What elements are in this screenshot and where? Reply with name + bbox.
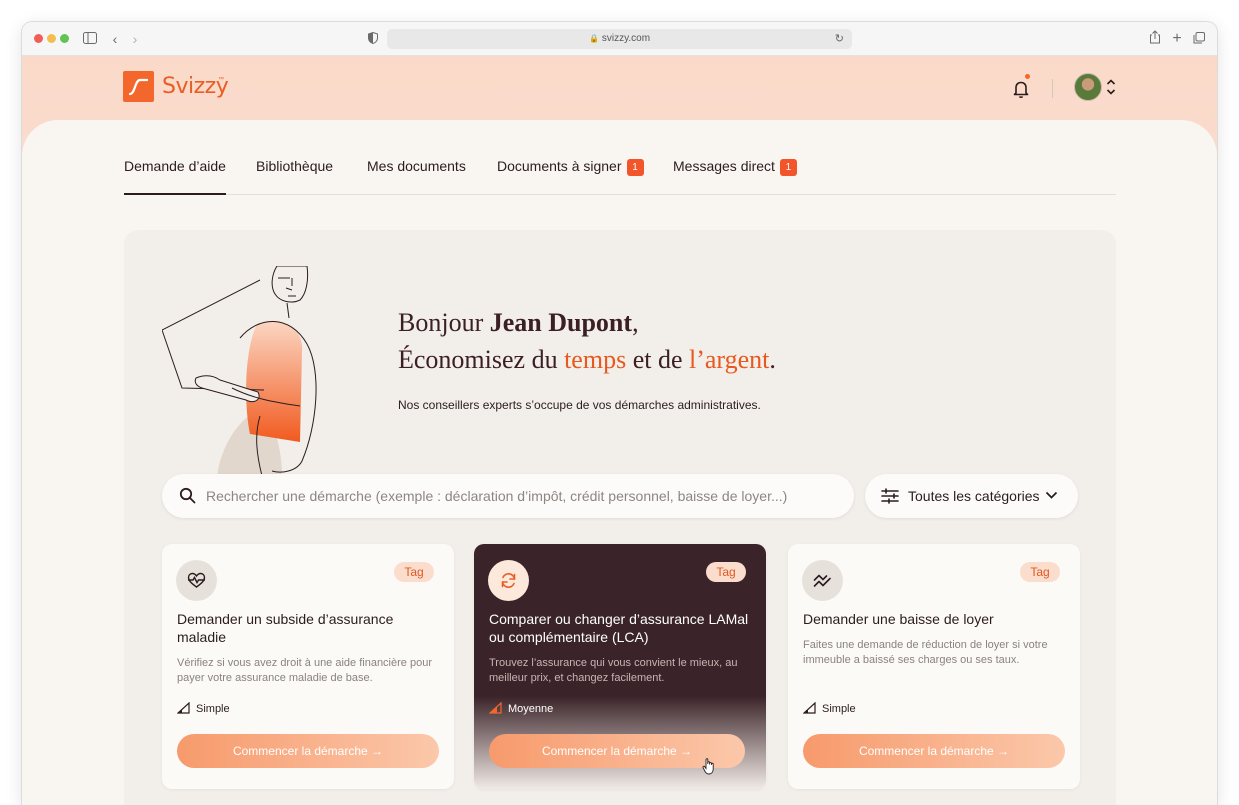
search-input[interactable]: Rechercher une démarche (exemple : décla…: [162, 474, 854, 518]
card-title: Demander une baisse de loyer: [803, 611, 994, 627]
greeting-line-2: Économisez du temps et de l’argent.: [398, 341, 776, 378]
difficulty-level: Simple: [803, 702, 856, 715]
card-title: Demander un subside d’assurance maladie: [177, 611, 394, 645]
category-filter-dropdown[interactable]: Toutes les catégories: [865, 474, 1078, 518]
url-text: svizzy.com: [601, 33, 651, 44]
hero-subtitle: Nos conseillers experts s’occupe de vos …: [398, 398, 761, 412]
hand-pointer-icon: [702, 758, 714, 775]
refresh-icon: [501, 573, 516, 588]
card-description: Vérifiez si vous avez droit à une aide f…: [177, 657, 432, 684]
tab-documents-a-signer[interactable]: Documents à signer 1: [497, 158, 644, 176]
tab-bibliotheque[interactable]: Bibliothèque: [256, 158, 333, 174]
browser-toolbar: ‹ › 🔒 svizzy.com ↻ +: [22, 22, 1217, 56]
card-tag: Tag: [706, 562, 746, 582]
greeting-line-1: Bonjour Jean Dupont,: [398, 304, 776, 341]
procedure-card[interactable]: Tag Comparer ou changer d’assurance LAMa…: [474, 544, 766, 789]
greeting-text: et de: [626, 345, 689, 374]
count-badge: 1: [626, 159, 644, 176]
greeting-period: .: [769, 345, 776, 374]
share-icon[interactable]: [1146, 30, 1164, 48]
trend-down-icon: [813, 574, 831, 587]
card-icon-circle: [488, 560, 529, 601]
card-title: Comparer ou changer d’assurance LAMal ou…: [489, 611, 749, 645]
address-bar[interactable]: 🔒 svizzy.com ↻: [387, 29, 852, 49]
chevron-down-icon: [1045, 491, 1058, 499]
greeting-text: Économisez du: [398, 345, 565, 374]
tab-demande-aide[interactable]: Demande d’aide: [124, 158, 226, 195]
start-procedure-button[interactable]: Commencer la démarche →: [177, 734, 439, 768]
tab-label: Documents à signer: [497, 158, 622, 174]
lock-icon: 🔒: [588, 34, 599, 43]
card-icon-circle: [802, 560, 843, 601]
forward-icon[interactable]: ›: [126, 30, 144, 48]
minimize-window-button[interactable]: [47, 34, 56, 43]
tab-label: Messages direct: [673, 158, 775, 174]
search-icon: [179, 487, 196, 504]
difficulty-label: Simple: [196, 703, 230, 715]
account-switcher-icon[interactable]: [1105, 77, 1117, 97]
heart-pulse-icon: [187, 572, 206, 588]
tabs-overview-icon[interactable]: [1190, 30, 1208, 48]
sidebar-toggle-icon[interactable]: [81, 30, 99, 48]
user-name: Jean Dupont: [489, 308, 633, 337]
new-tab-icon[interactable]: +: [1168, 30, 1186, 48]
card-icon-circle: [176, 560, 217, 601]
difficulty-simple-icon: [803, 702, 816, 714]
category-filter-label: Toutes les catégories: [908, 488, 1040, 504]
search-placeholder: Rechercher une démarche (exemple : décla…: [206, 488, 788, 504]
accent-word-temps: temps: [564, 345, 627, 374]
tab-bar: Demande d’aide Bibliothèque Mes document…: [124, 120, 1116, 195]
card-tag: Tag: [394, 562, 434, 582]
tab-mes-documents[interactable]: Mes documents: [367, 158, 466, 174]
user-avatar[interactable]: [1074, 73, 1102, 101]
accent-word-argent: l’argent: [689, 345, 770, 374]
main-content: Demande d’aide Bibliothèque Mes document…: [22, 120, 1217, 805]
card-description: Trouvez l’assurance qui vous convient le…: [489, 657, 738, 684]
maximize-window-button[interactable]: [60, 34, 69, 43]
tab-messages-direct[interactable]: Messages direct 1: [673, 158, 797, 176]
card-description: Faites une demande de réduction de loyer…: [803, 639, 1048, 666]
tab-label: Mes documents: [367, 158, 466, 174]
header-divider: [1052, 79, 1053, 98]
reload-icon[interactable]: ↻: [835, 29, 844, 49]
tab-label: Bibliothèque: [256, 158, 334, 174]
difficulty-medium-icon: [489, 702, 502, 714]
greeting-comma: ,: [632, 308, 639, 337]
notification-bell-icon[interactable]: [1011, 78, 1031, 100]
difficulty-label: Simple: [822, 703, 856, 715]
start-procedure-button[interactable]: Commencer la démarche →: [803, 734, 1065, 768]
privacy-shield-icon[interactable]: [364, 30, 382, 48]
procedure-card[interactable]: Tag Demander un subside d’assurance mala…: [162, 544, 454, 789]
browser-window: ‹ › 🔒 svizzy.com ↻ + Svizzy ™ Demande d’a…: [22, 22, 1217, 805]
notification-dot: [1025, 74, 1030, 79]
close-window-button[interactable]: [34, 34, 43, 43]
sliders-icon: [881, 488, 899, 504]
count-badge: 1: [779, 159, 797, 176]
difficulty-simple-icon: [177, 702, 190, 714]
trademark: ™: [218, 77, 224, 83]
card-tag: Tag: [1020, 562, 1060, 582]
logo-icon[interactable]: [123, 71, 154, 102]
back-icon[interactable]: ‹: [106, 30, 124, 48]
difficulty-level: Moyenne: [489, 702, 553, 715]
tab-label: Demande d’aide: [124, 158, 226, 174]
greeting-hello: Bonjour: [398, 308, 490, 337]
person-laptop-illustration: [161, 265, 362, 477]
difficulty-label: Moyenne: [508, 703, 554, 715]
hero-panel: Bonjour Jean Dupont, Économisez du temps…: [124, 230, 1116, 805]
greeting-heading: Bonjour Jean Dupont, Économisez du temps…: [398, 304, 776, 378]
procedure-card[interactable]: Tag Demander une baisse de loyer Faites …: [788, 544, 1080, 789]
difficulty-level: Simple: [177, 702, 230, 715]
